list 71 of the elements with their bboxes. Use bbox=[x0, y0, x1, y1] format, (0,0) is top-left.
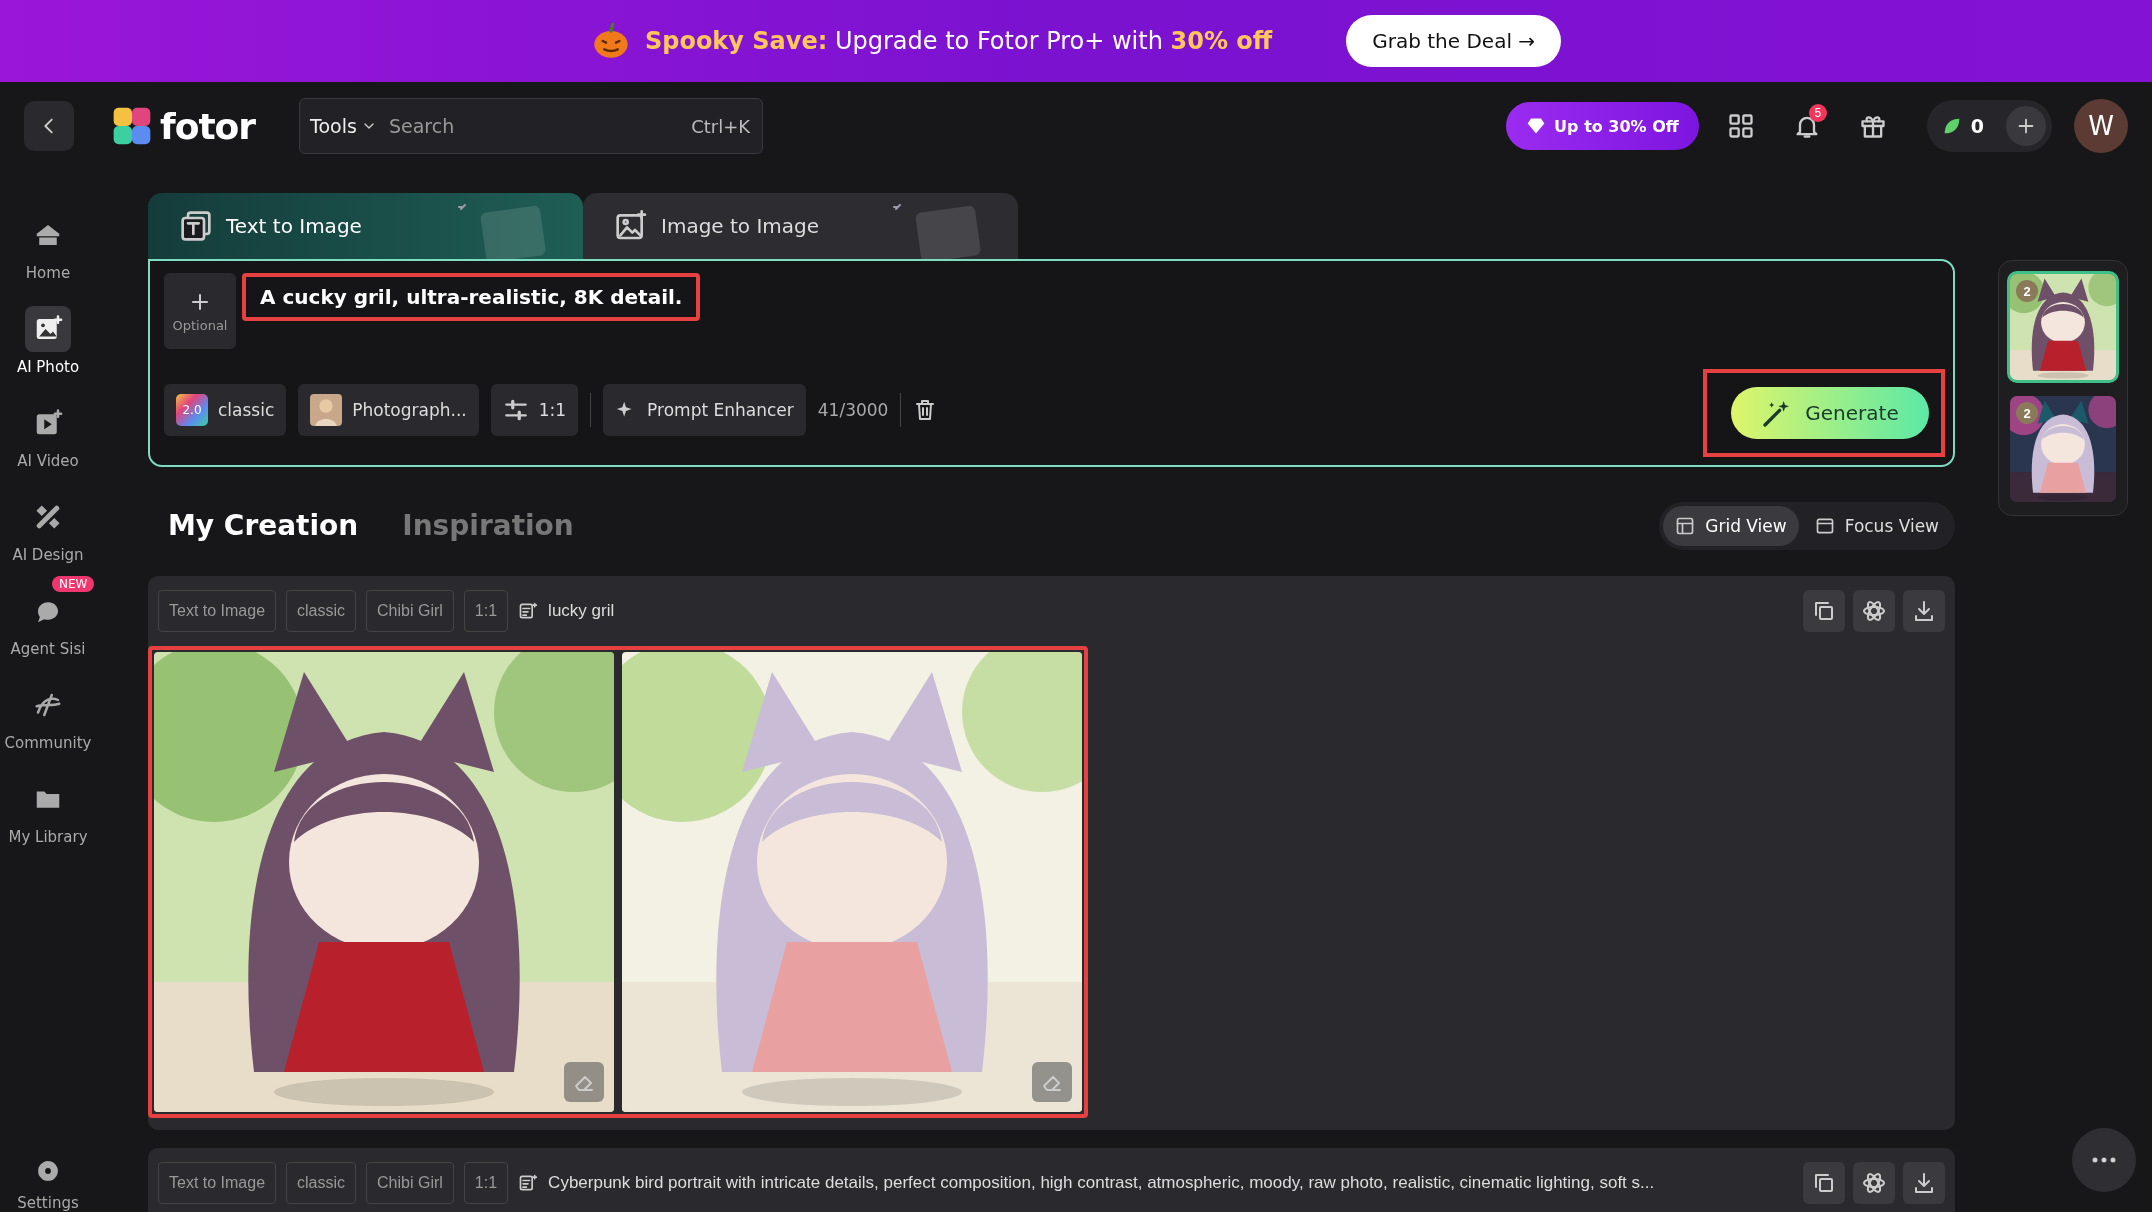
view-option[interactable]: Focus View bbox=[1802, 505, 1951, 546]
deal-button[interactable]: Grab the Deal → bbox=[1346, 15, 1562, 67]
tag: Chibi Girl bbox=[366, 590, 454, 632]
mode-tab[interactable]: Image to Image bbox=[583, 193, 1018, 259]
table-icon bbox=[1675, 515, 1696, 536]
style-thumbnail-icon bbox=[310, 394, 343, 426]
character-count: 41/3000 bbox=[817, 400, 889, 420]
prompt-input[interactable]: A cucky gril, ultra-realistic, 8K detail. bbox=[242, 273, 701, 321]
image-sparkle-icon bbox=[615, 210, 647, 242]
remix-button[interactable] bbox=[1853, 1162, 1895, 1204]
section-tab[interactable]: Inspiration bbox=[402, 509, 574, 542]
search-field[interactable]: Tools Search Ctrl+K bbox=[299, 98, 764, 154]
model-badge: 2.0 bbox=[176, 394, 208, 426]
history-thumbnail[interactable]: 2 bbox=[2007, 393, 2119, 505]
view-option[interactable]: Grid View bbox=[1663, 505, 1799, 546]
notifications-button[interactable]: 5 bbox=[1782, 102, 1831, 150]
new-badge: NEW bbox=[52, 576, 95, 592]
copy-button[interactable] bbox=[1803, 590, 1845, 632]
sidebar-item[interactable]: AI Photo bbox=[0, 294, 96, 388]
tag: 1:1 bbox=[463, 590, 509, 632]
tag: 1:1 bbox=[463, 1162, 509, 1204]
tag: Text to Image bbox=[158, 1162, 277, 1204]
generate-button[interactable]: Generate bbox=[1731, 387, 1929, 439]
shortcut-hint: Ctrl+K bbox=[691, 115, 752, 137]
grid-icon bbox=[1726, 112, 1755, 140]
sidebar-item[interactable]: Settings bbox=[0, 1142, 96, 1212]
add-credits-button[interactable] bbox=[2006, 106, 2046, 146]
diamond-icon bbox=[1526, 116, 1547, 136]
history-thumbnail[interactable]: 2 bbox=[2007, 271, 2119, 383]
avatar[interactable]: W bbox=[2074, 99, 2128, 153]
copy-icon bbox=[1812, 1171, 1836, 1195]
promo-text: Spooky Save: Upgrade to Fotor Pro+ with 30% off bbox=[644, 27, 1273, 55]
copy-icon bbox=[1812, 599, 1836, 623]
download-icon bbox=[1912, 1171, 1936, 1195]
notification-count: 5 bbox=[1808, 104, 1827, 122]
credit-count: 0 bbox=[1970, 115, 1984, 137]
style-chip[interactable]: Photograph... bbox=[298, 384, 479, 436]
copy-button[interactable] bbox=[1803, 1162, 1845, 1204]
text-image-icon bbox=[180, 210, 212, 242]
logo-icon bbox=[112, 106, 152, 146]
sidebar-item[interactable]: NEW Agent Sisi bbox=[0, 576, 96, 670]
sidebar-item[interactable]: Home bbox=[0, 200, 96, 294]
upgrade-button[interactable]: Up to 30% Off bbox=[1506, 102, 1699, 150]
mode-tab[interactable]: Text to Image bbox=[148, 193, 583, 259]
logo-text: fotor bbox=[160, 105, 256, 147]
sidebar-item[interactable]: AI Design bbox=[0, 482, 96, 576]
prompt-icon bbox=[518, 1173, 539, 1193]
ellipsis-icon bbox=[2092, 1157, 2116, 1163]
sidebar-item[interactable]: My Library bbox=[0, 764, 96, 858]
remix-button[interactable] bbox=[1853, 590, 1895, 632]
model-chip[interactable]: 2.0 classic bbox=[164, 384, 287, 436]
sidebar-item[interactable]: AI Video bbox=[0, 388, 96, 482]
prompt-text: Cyberpunk bird portrait with intricate details, perfect composition, high contrast, atmospheric, moody, raw photo, realistic, cinematic lighting, soft s... bbox=[548, 1173, 1655, 1193]
sliders-icon bbox=[502, 397, 529, 423]
tag: Chibi Girl bbox=[366, 1162, 454, 1204]
download-icon bbox=[1912, 599, 1936, 623]
sidebar-item[interactable]: Community bbox=[0, 670, 96, 764]
atom-icon bbox=[1862, 1171, 1886, 1195]
prompt-icon bbox=[518, 601, 539, 621]
download-button[interactable] bbox=[1903, 1162, 1945, 1204]
section-tab[interactable]: My Creation bbox=[168, 509, 359, 542]
atom-icon bbox=[1862, 599, 1886, 623]
tag: Text to Image bbox=[158, 590, 277, 632]
prompt-text: lucky gril bbox=[548, 601, 615, 621]
ratio-chip[interactable]: 1:1 bbox=[490, 384, 579, 436]
download-button[interactable] bbox=[1903, 590, 1945, 632]
enhancer-chip[interactable]: Prompt Enhancer bbox=[603, 384, 806, 436]
tag: classic bbox=[286, 590, 357, 632]
tag: classic bbox=[286, 1162, 357, 1204]
tools-dropdown[interactable]: Tools bbox=[300, 115, 387, 137]
add-reference-button[interactable]: Optional bbox=[164, 273, 236, 349]
